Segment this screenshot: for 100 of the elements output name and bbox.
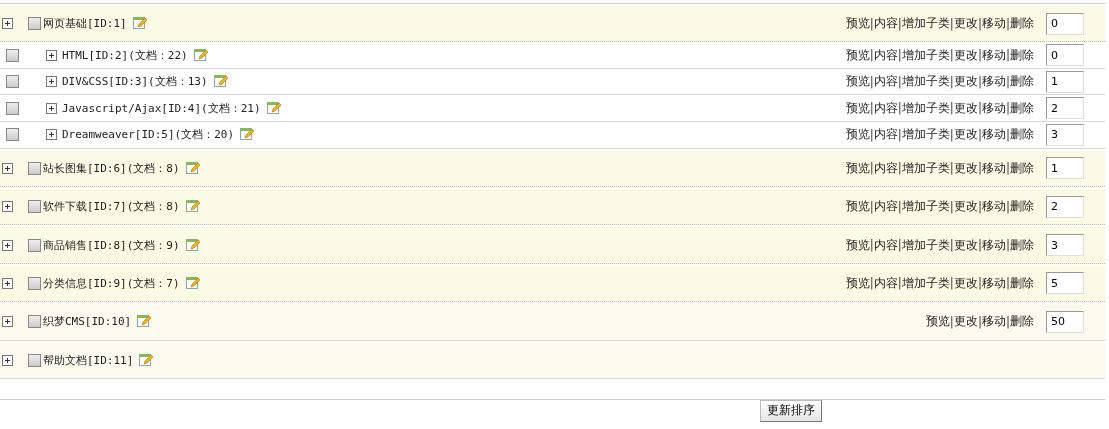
- action-link[interactable]: 预览: [845, 274, 870, 292]
- action-link[interactable]: 预览: [925, 313, 950, 331]
- separator: |: [1005, 199, 1010, 214]
- checkbox[interactable]: [28, 17, 41, 31]
- action-link[interactable]: 内容: [873, 15, 898, 33]
- action-link[interactable]: 内容: [873, 159, 898, 177]
- edit-icon[interactable]: [132, 17, 147, 31]
- action-link[interactable]: 删除: [1010, 198, 1034, 216]
- action-link[interactable]: 内容: [873, 99, 898, 117]
- action-link[interactable]: 内容: [873, 198, 898, 216]
- checkbox[interactable]: [28, 315, 41, 329]
- checkbox[interactable]: [28, 353, 41, 367]
- action-link[interactable]: 更改: [953, 159, 978, 177]
- edit-icon[interactable]: [185, 238, 200, 252]
- checkbox[interactable]: [28, 276, 41, 290]
- action-link[interactable]: 更改: [953, 73, 978, 91]
- action-link[interactable]: 更改: [953, 15, 978, 33]
- checkbox[interactable]: [6, 75, 19, 89]
- edit-icon[interactable]: [185, 161, 200, 175]
- action-link[interactable]: 更改: [953, 236, 978, 254]
- action-link[interactable]: 更改: [953, 99, 978, 117]
- order-input[interactable]: 5: [1046, 272, 1084, 295]
- action-link[interactable]: 更改: [953, 274, 978, 292]
- action-link[interactable]: 删除: [1010, 126, 1034, 144]
- checkbox[interactable]: [6, 48, 19, 62]
- expand-icon[interactable]: [2, 18, 13, 30]
- expand-icon[interactable]: [2, 277, 13, 289]
- edit-icon[interactable]: [193, 48, 208, 62]
- expand-icon[interactable]: [2, 354, 13, 366]
- expand-icon[interactable]: [2, 162, 13, 174]
- edit-icon[interactable]: [240, 128, 255, 142]
- action-link[interactable]: 预览: [845, 73, 870, 91]
- category-label: Dreamweaver[ID:5](文档：20): [62, 127, 235, 143]
- action-link[interactable]: 内容: [873, 126, 898, 144]
- action-link[interactable]: 删除: [1010, 159, 1034, 177]
- expand-icon[interactable]: [2, 201, 13, 213]
- action-link[interactable]: 预览: [845, 159, 870, 177]
- separator: |: [949, 276, 954, 291]
- action-link[interactable]: 删除: [1010, 73, 1034, 91]
- checkbox[interactable]: [28, 200, 41, 214]
- order-input[interactable]: 0: [1046, 44, 1084, 67]
- separator: |: [977, 48, 982, 63]
- action-link[interactable]: 更改: [953, 198, 978, 216]
- checkbox[interactable]: [28, 238, 41, 252]
- expand-icon[interactable]: [46, 102, 57, 114]
- action-link[interactable]: 内容: [873, 46, 898, 64]
- order-input[interactable]: 2: [1046, 97, 1084, 120]
- order-input[interactable]: 3: [1046, 234, 1084, 257]
- action-link[interactable]: 内容: [873, 274, 898, 292]
- action-link[interactable]: 预览: [845, 46, 870, 64]
- edit-icon[interactable]: [266, 101, 281, 115]
- checkbox[interactable]: [6, 101, 19, 115]
- action-link[interactable]: 预览: [845, 15, 870, 33]
- action-link[interactable]: 更改: [953, 46, 978, 64]
- order-input[interactable]: 2: [1046, 195, 1084, 218]
- order-input[interactable]: 0: [1046, 12, 1084, 35]
- edit-icon[interactable]: [139, 353, 154, 367]
- action-link[interactable]: 删除: [1010, 99, 1034, 117]
- update-order-button[interactable]: 更新排序: [760, 399, 822, 422]
- separator: |: [949, 199, 954, 214]
- expand-icon[interactable]: [46, 49, 57, 61]
- edit-icon[interactable]: [137, 315, 152, 329]
- separator: |: [1005, 161, 1010, 176]
- action-link[interactable]: 更改: [953, 313, 978, 331]
- edit-icon[interactable]: [185, 276, 200, 290]
- order-input[interactable]: 1: [1046, 157, 1084, 180]
- separator: |: [897, 161, 902, 176]
- edit-icon[interactable]: [213, 75, 228, 89]
- order-input[interactable]: 50: [1046, 310, 1084, 333]
- checkbox[interactable]: [6, 128, 19, 142]
- category-label: Javascript/Ajax[ID:4](文档：21): [62, 100, 261, 116]
- checkbox[interactable]: [28, 161, 41, 175]
- category-label: 织梦CMS[ID:10]: [43, 314, 132, 330]
- order-input[interactable]: 3: [1046, 123, 1084, 146]
- action-link[interactable]: 删除: [1010, 15, 1034, 33]
- separator: |: [1005, 314, 1010, 329]
- action-link[interactable]: 更改: [953, 126, 978, 144]
- separator: |: [1005, 101, 1010, 116]
- action-link[interactable]: 预览: [845, 198, 870, 216]
- expand-icon[interactable]: [46, 76, 57, 88]
- action-link[interactable]: 删除: [1010, 46, 1034, 64]
- separator: |: [869, 16, 874, 31]
- separator: |: [949, 74, 954, 89]
- separator: |: [949, 101, 954, 116]
- action-link[interactable]: 预览: [845, 236, 870, 254]
- order-input[interactable]: 1: [1046, 70, 1084, 93]
- expand-icon[interactable]: [2, 316, 13, 328]
- separator: |: [897, 238, 902, 253]
- action-link[interactable]: 删除: [1010, 236, 1034, 254]
- separator: |: [869, 161, 874, 176]
- action-link[interactable]: 预览: [845, 126, 870, 144]
- expand-icon[interactable]: [2, 239, 13, 251]
- action-link[interactable]: 删除: [1010, 274, 1034, 292]
- separator: |: [977, 101, 982, 116]
- expand-icon[interactable]: [46, 129, 57, 141]
- edit-icon[interactable]: [185, 200, 200, 214]
- action-link[interactable]: 内容: [873, 236, 898, 254]
- action-link[interactable]: 删除: [1010, 313, 1034, 331]
- action-link[interactable]: 预览: [845, 99, 870, 117]
- action-link[interactable]: 内容: [873, 73, 898, 91]
